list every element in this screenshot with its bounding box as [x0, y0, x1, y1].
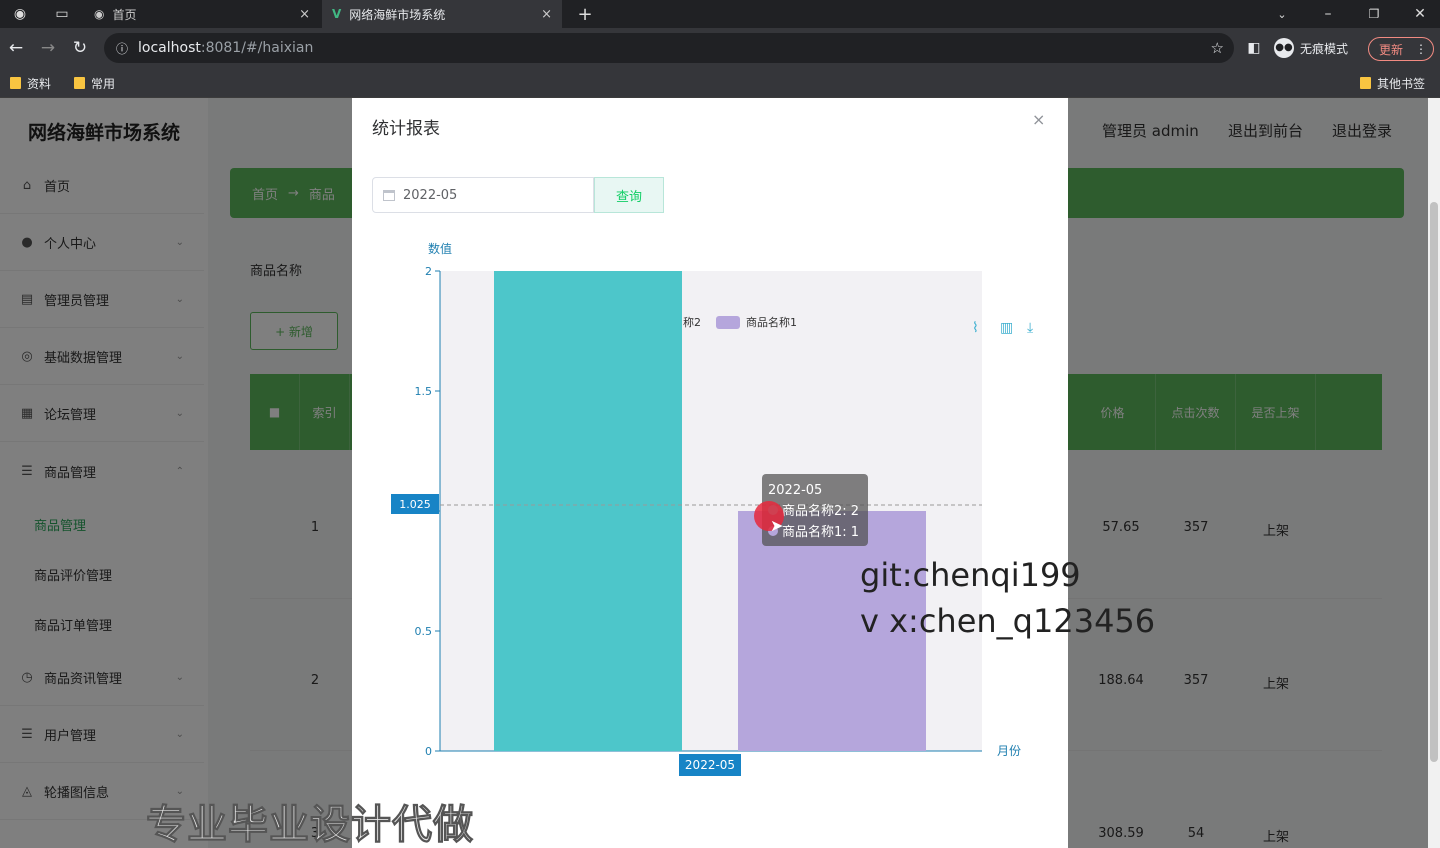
- stats-dialog: 统计报表 × 2022-05 查询 商品名称2商品名称1⌇▥⤓数值00.51.5…: [352, 98, 1068, 848]
- y-tick-label: 2: [425, 265, 432, 278]
- close-window-icon[interactable]: ✕: [1408, 3, 1432, 25]
- line-chart-icon: ⌇: [972, 320, 979, 336]
- folder-icon: [74, 77, 85, 89]
- bookmark-folder[interactable]: 资料: [10, 74, 51, 92]
- x-axis-title: 月份: [997, 744, 1021, 758]
- scrollbar-thumb[interactable]: [1430, 202, 1438, 762]
- watermark-wx: v x:chen_q123456: [860, 602, 1156, 640]
- bookmark-folder[interactable]: 常用: [74, 74, 115, 92]
- legend-label: 商品名称1: [746, 315, 797, 329]
- page: 网络海鲜市场系统 ⌂首页 ●个人中心⌄ ▤管理员管理⌄ ◎基础数据管理⌄ ▦论坛…: [0, 98, 1440, 848]
- y-axis-title: 数值: [428, 241, 452, 256]
- reload-icon[interactable]: ↻: [68, 36, 92, 60]
- forward-icon[interactable]: →: [36, 36, 60, 60]
- browser-tab-bar: ◉ ▭ ◉ 首页 × V 网络海鲜市场系统 × + ⌄ – ❐ ✕: [0, 0, 1440, 28]
- vue-icon: V: [332, 7, 342, 21]
- restore-icon[interactable]: ❐: [1362, 3, 1386, 25]
- browser-address-bar: ← → ↻ ⓘ localhost:8081/#/haixian ☆ ◧ ●● …: [0, 28, 1440, 68]
- tooltip-title: 2022-05: [768, 483, 823, 498]
- dialog-title: 统计报表: [372, 119, 440, 139]
- other-bookmarks[interactable]: 其他书签: [1360, 74, 1425, 92]
- globe-icon: ◉: [94, 7, 105, 21]
- browser-tab-home[interactable]: ◉ 首页 ×: [84, 0, 320, 28]
- axis-pointer-label: 1.025: [399, 498, 431, 511]
- minimize-icon[interactable]: –: [1316, 3, 1340, 25]
- info-icon: ⓘ: [116, 41, 129, 56]
- star-icon[interactable]: ☆: [1211, 39, 1224, 57]
- back-icon[interactable]: ←: [4, 36, 28, 60]
- tab-search-icon[interactable]: ▭: [50, 3, 74, 25]
- globe-icon[interactable]: ◉: [8, 3, 32, 25]
- folder-icon: [10, 77, 21, 89]
- more-icon: ⋮: [1415, 42, 1428, 56]
- new-tab-icon[interactable]: +: [573, 3, 597, 25]
- browser-tab-app[interactable]: V 网络海鲜市场系统 ×: [322, 0, 562, 28]
- watermark-service: 专业毕业设计代做: [146, 802, 474, 848]
- x-tick-label: 2022-05: [685, 758, 735, 772]
- update-button[interactable]: 更新 ⋮: [1368, 37, 1434, 61]
- chevron-down-icon[interactable]: ⌄: [1270, 3, 1294, 25]
- y-tick-label: 0: [425, 745, 432, 758]
- y-tick-label: 1.5: [415, 385, 433, 398]
- calendar-icon: [383, 189, 395, 201]
- bookmarks-bar: 资料 常用 其他书签: [0, 68, 1440, 98]
- close-icon[interactable]: ×: [541, 7, 552, 22]
- bar-chart: 商品名称2商品名称1⌇▥⤓数值00.51.52月份1.0252022-05: [391, 241, 1033, 776]
- incognito-icon: ●●: [1274, 38, 1294, 58]
- mouse-cursor-icon: ➤: [770, 516, 784, 535]
- folder-icon: [1360, 77, 1371, 89]
- download-icon: ⤓: [1027, 320, 1033, 336]
- close-icon[interactable]: ×: [1032, 110, 1045, 129]
- sidepanel-icon[interactable]: ◧: [1242, 36, 1266, 60]
- close-icon[interactable]: ×: [299, 7, 310, 22]
- legend-swatch: [716, 316, 740, 329]
- bar-chart-icon: ▥: [1000, 320, 1013, 336]
- watermark-git: git:chenqi199: [860, 556, 1081, 594]
- incognito-indicator[interactable]: ●● 无痕模式: [1274, 35, 1348, 61]
- y-tick-label: 0.5: [415, 625, 433, 638]
- url-input[interactable]: ⓘ localhost:8081/#/haixian ☆: [104, 33, 1234, 63]
- bar: [494, 271, 682, 751]
- page-scrollbar[interactable]: [1428, 98, 1440, 848]
